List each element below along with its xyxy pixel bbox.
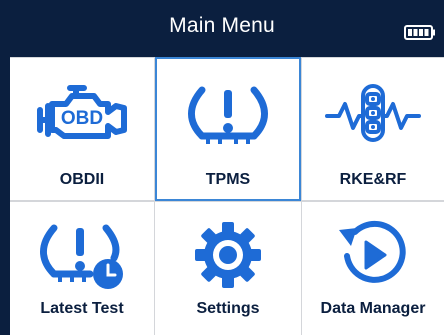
menu-item-label: Latest Test <box>40 300 124 317</box>
menu-item-obdii[interactable]: OBD OBDII <box>10 58 154 200</box>
menu-item-label: Settings <box>196 300 260 317</box>
svg-text:OBD: OBD <box>61 108 103 129</box>
menu-item-latest-test[interactable]: Latest Test <box>10 202 154 335</box>
menu-item-label: Data Manager <box>320 300 426 317</box>
page-title: Main Menu <box>169 14 275 37</box>
tpms-warning-icon <box>188 86 268 144</box>
menu-item-label: OBDII <box>59 171 105 188</box>
menu-item-data-manager[interactable]: Data Manager <box>302 202 444 335</box>
menu-item-settings[interactable]: Settings <box>155 202 301 335</box>
title-bar: Main Menu <box>0 0 444 57</box>
menu-item-rke-rf[interactable]: RKE&RF <box>302 58 444 200</box>
menu-item-label: RKE&RF <box>339 171 407 188</box>
playback-icon <box>339 220 406 283</box>
battery-full-icon <box>404 25 435 40</box>
obd-engine-icon: OBD <box>37 85 127 139</box>
menu-item-tpms[interactable]: TPMS <box>155 57 301 201</box>
menu-grid: OBD OBDII TPMS RKE&RF Latest Test Settin… <box>10 57 444 335</box>
gear-icon <box>195 222 261 288</box>
key-fob-signal-icon <box>325 84 421 142</box>
menu-item-label: TPMS <box>205 171 251 188</box>
main-menu-screen: Main Menu OBD OBDII TPMS RKE&RF Latest T… <box>0 0 444 335</box>
tpms-clock-icon <box>40 224 123 289</box>
